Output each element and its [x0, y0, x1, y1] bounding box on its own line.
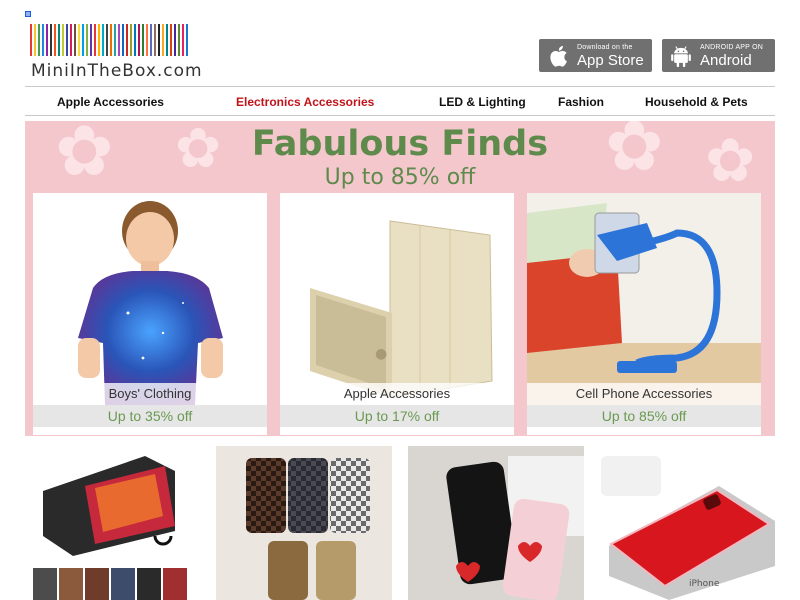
apple-icon	[550, 45, 567, 67]
card-caption: Boys' Clothing	[33, 383, 267, 405]
product-thumb-red-case[interactable]: iPhone	[599, 446, 775, 600]
red-case-image: iPhone	[599, 446, 775, 600]
svg-text:●: ●	[375, 346, 387, 362]
card-offer: Up to 35% off	[33, 405, 267, 427]
barcode-stripe	[158, 24, 160, 56]
barcode-stripe	[102, 24, 104, 56]
barcode-stripe	[138, 24, 140, 56]
logo-text: MiniInTheBox.com	[31, 61, 203, 81]
barcode-stripe	[62, 24, 64, 56]
barcode-stripe	[90, 24, 92, 56]
barcode-stripe	[134, 24, 136, 56]
barcode-stripe	[50, 24, 52, 56]
barcode-stripe	[42, 24, 44, 56]
card-offer: Up to 17% off	[280, 405, 514, 427]
card-offer: Up to 85% off	[527, 405, 761, 427]
svg-text:iPhone: iPhone	[689, 579, 720, 589]
logo-barcode	[30, 24, 212, 56]
leather-case-image	[25, 446, 201, 600]
android-small-text: ANDROID APP ON	[700, 43, 763, 51]
product-thumb-heart-cases[interactable]	[408, 446, 584, 600]
android-big-text: Android	[700, 51, 752, 69]
barcode-stripe	[166, 24, 168, 56]
android-icon	[671, 45, 691, 67]
barcode-stripe	[86, 24, 88, 56]
barcode-stripe	[38, 24, 40, 56]
product-thumb-leather-case[interactable]	[25, 446, 201, 600]
site-logo[interactable]: MiniInTheBox.com	[30, 24, 214, 81]
barcode-stripe	[130, 24, 132, 56]
promo-card-boys-clothing[interactable]: Boys' Clothing Up to 35% off	[33, 193, 267, 435]
barcode-stripe	[34, 24, 36, 56]
barcode-stripe	[182, 24, 184, 56]
barcode-stripe	[58, 24, 60, 56]
barcode-stripe	[126, 24, 128, 56]
barcode-stripe	[106, 24, 108, 56]
phone-holder-image	[527, 193, 761, 405]
barcode-stripe	[66, 24, 68, 56]
barcode-stripe	[162, 24, 164, 56]
barcode-stripe	[146, 24, 148, 56]
barcode-stripe	[78, 24, 80, 56]
promo-card-cell-phone-accessories[interactable]: Cell Phone Accessories Up to 85% off	[527, 193, 761, 435]
barcode-stripe	[94, 24, 96, 56]
barcode-stripe	[30, 24, 32, 56]
nav-electronics-accessories[interactable]: Electronics Accessories	[236, 95, 374, 109]
banner-title: Fabulous Finds	[251, 124, 549, 164]
app-store-small-text: Download on the	[577, 43, 633, 51]
nav-led-lighting[interactable]: LED & Lighting	[439, 95, 526, 109]
promo-banner[interactable]: ✿ ✿ ✿ ✿ Fabulous Finds Up to 85% off Boy…	[25, 121, 775, 436]
barcode-stripe	[122, 24, 124, 56]
barcode-stripe	[118, 24, 120, 56]
barcode-stripe	[46, 24, 48, 56]
promo-card-apple-accessories[interactable]: ● Apple Accessories Up to 17% off	[280, 193, 514, 435]
corner-marker	[25, 11, 31, 17]
barcode-stripe	[114, 24, 116, 56]
nav-household-pets[interactable]: Household & Pets	[645, 95, 748, 109]
nav-fashion[interactable]: Fashion	[558, 95, 604, 109]
barcode-stripe	[70, 24, 72, 56]
barcode-stripe	[174, 24, 176, 56]
app-store-button[interactable]: Download on the App Store	[539, 39, 652, 72]
barcode-stripe	[154, 24, 156, 56]
barcode-stripe	[170, 24, 172, 56]
card-caption: Cell Phone Accessories	[527, 383, 761, 405]
heart-cases-image	[408, 446, 584, 600]
barcode-stripe	[142, 24, 144, 56]
barcode-stripe	[98, 24, 100, 56]
category-nav: Apple Accessories Electronics Accessorie…	[25, 86, 775, 116]
product-thumb-checkered-cases[interactable]	[216, 446, 392, 600]
app-store-big-text: App Store	[577, 51, 644, 69]
ipad-case-image: ●	[280, 193, 514, 405]
barcode-stripe	[150, 24, 152, 56]
barcode-stripe	[54, 24, 56, 56]
barcode-stripe	[110, 24, 112, 56]
banner-subtitle: Up to 85% off	[324, 165, 476, 190]
card-caption: Apple Accessories	[280, 383, 514, 405]
barcode-stripe	[74, 24, 76, 56]
barcode-stripe	[82, 24, 84, 56]
barcode-stripe	[186, 24, 188, 56]
nav-apple-accessories[interactable]: Apple Accessories	[57, 95, 164, 109]
android-app-button[interactable]: ANDROID APP ON Android	[662, 39, 775, 72]
boy-tshirt-image	[33, 193, 267, 405]
barcode-stripe	[178, 24, 180, 56]
checkered-cases-image	[216, 446, 392, 600]
